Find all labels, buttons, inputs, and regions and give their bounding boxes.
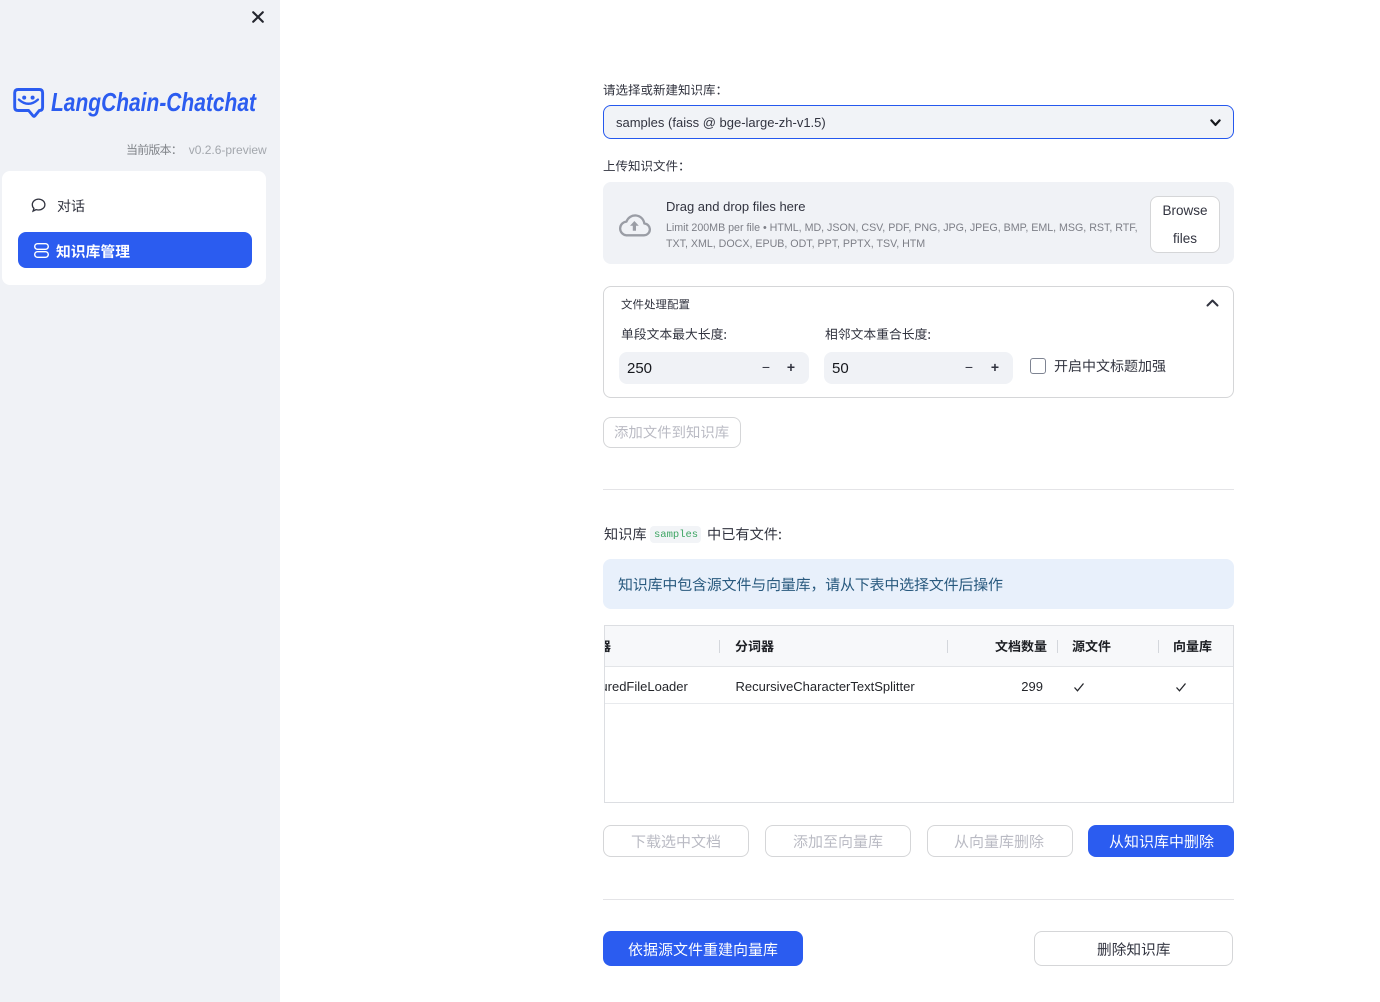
svg-text:LangChain-Chatchat: LangChain-Chatchat xyxy=(51,87,257,117)
